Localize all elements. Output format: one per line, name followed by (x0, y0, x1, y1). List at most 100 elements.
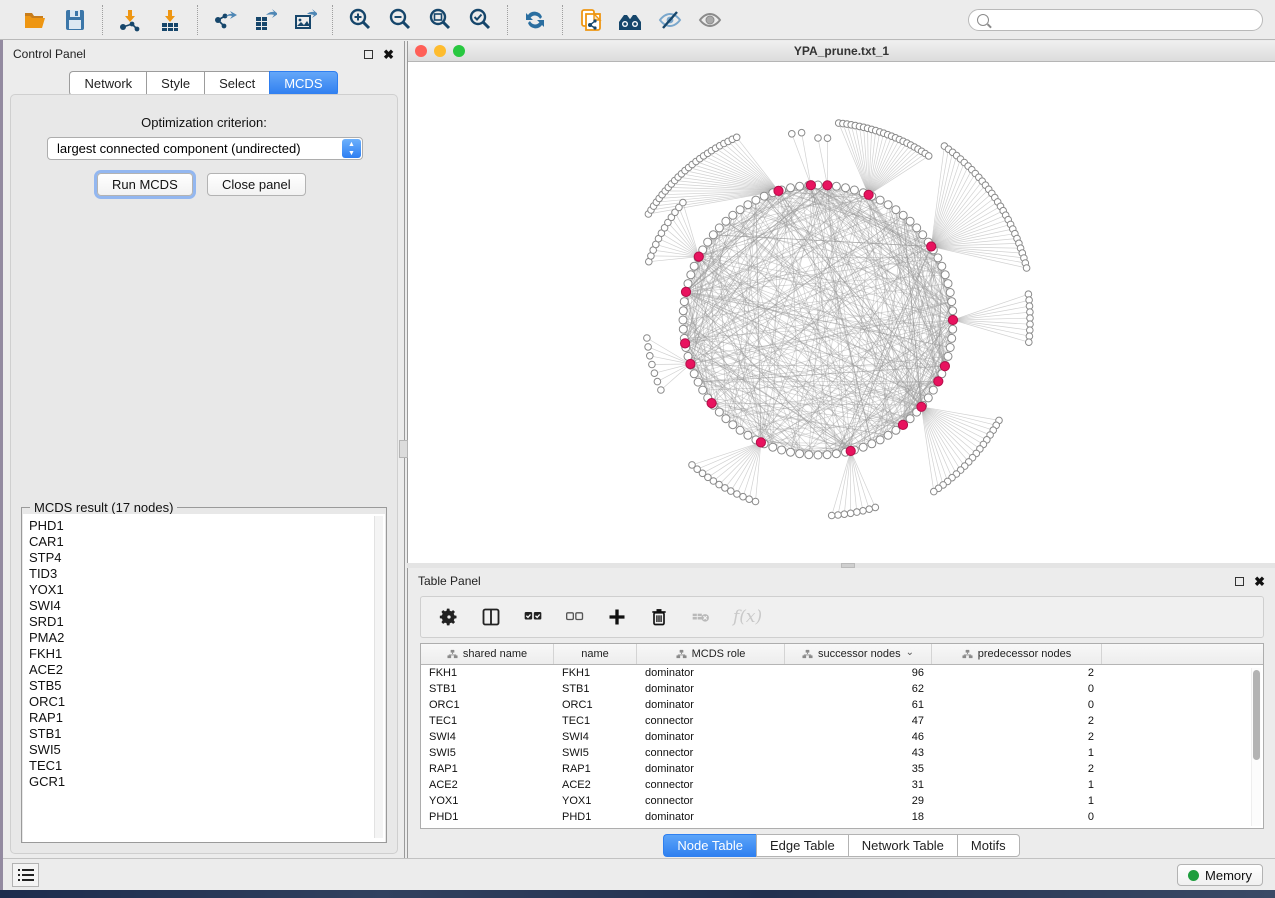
add-icon[interactable] (607, 607, 627, 627)
export-network-icon[interactable] (212, 7, 238, 33)
float-panel-icon[interactable] (364, 50, 373, 59)
table-row[interactable]: FKH1FKH1dominator962 (421, 665, 1263, 681)
table-row[interactable]: YOX1YOX1connector291 (421, 793, 1263, 809)
toolbar-group (103, 7, 197, 33)
column-header-name[interactable]: name (554, 644, 637, 664)
tree-icon (962, 649, 973, 660)
mcds-result-item[interactable]: ACE2 (29, 662, 385, 678)
mcds-result-list[interactable]: PHD1CAR1STP4TID3YOX1SWI4SRD1PMA2FKH1ACE2… (23, 514, 385, 842)
table-cell: 2 (932, 715, 1102, 727)
table-scrollbar[interactable] (1251, 668, 1261, 826)
column-label: predecessor nodes (978, 648, 1072, 660)
mcds-result-item[interactable]: RAP1 (29, 710, 385, 726)
tab-edge-table[interactable]: Edge Table (756, 834, 848, 857)
tab-select[interactable]: Select (204, 71, 269, 96)
tab-mcds[interactable]: MCDS (269, 71, 337, 96)
mcds-result-item[interactable]: TID3 (29, 566, 385, 582)
vertical-splitter-grip[interactable] (399, 440, 408, 458)
result-scrollbar[interactable] (374, 516, 383, 838)
hide-selected-icon[interactable] (657, 7, 683, 33)
mcds-result-item[interactable]: PMA2 (29, 630, 385, 646)
tab-network[interactable]: Network (69, 71, 146, 96)
table-row[interactable]: TEC1TEC1connector472 (421, 713, 1263, 729)
network-window-titlebar[interactable]: YPA_prune.txt_1 (408, 41, 1275, 62)
save-session-icon[interactable] (62, 7, 88, 33)
network-graph[interactable] (408, 62, 1275, 563)
mcds-result-item[interactable]: SWI4 (29, 598, 385, 614)
table-row[interactable]: STB1STB1dominator620 (421, 681, 1263, 697)
zoom-fit-icon[interactable] (427, 7, 453, 33)
mcds-result-item[interactable]: STB1 (29, 726, 385, 742)
export-table-icon[interactable] (252, 7, 278, 33)
close-panel-button[interactable]: Close panel (207, 173, 306, 196)
network-view-window: YPA_prune.txt_1 (407, 41, 1275, 563)
toolbar-group (8, 7, 102, 33)
mcds-result-item[interactable]: STB5 (29, 678, 385, 694)
mcds-result-item[interactable]: TEC1 (29, 758, 385, 774)
tree-icon (447, 649, 458, 660)
column-header-successor-nodes[interactable]: successor nodes⌄ (785, 644, 932, 664)
column-header-shared-name[interactable]: shared name (421, 644, 554, 664)
table-row[interactable]: SWI5SWI5connector431 (421, 745, 1263, 761)
table-cell: dominator (637, 683, 785, 695)
optimization-criterion-select[interactable]: largest connected component (undirected)… (47, 137, 363, 160)
float-table-panel-icon[interactable] (1235, 577, 1244, 586)
import-table-icon[interactable] (157, 7, 183, 33)
table-row[interactable]: RAP1RAP1dominator352 (421, 761, 1263, 777)
mcds-result-item[interactable]: STP4 (29, 550, 385, 566)
table-row[interactable]: SWI4SWI4dominator462 (421, 729, 1263, 745)
import-network-icon[interactable] (117, 7, 143, 33)
mcds-result-item[interactable]: PHD1 (29, 518, 385, 534)
mcds-result-item[interactable]: SRD1 (29, 614, 385, 630)
clone-network-icon[interactable] (577, 7, 603, 33)
first-neighbors-icon[interactable] (617, 7, 643, 33)
table-cell: SWI4 (421, 731, 554, 743)
show-all-icon[interactable] (697, 7, 723, 33)
table-row[interactable]: PHD1PHD1dominator180 (421, 809, 1263, 825)
mcds-result-item[interactable]: SWI5 (29, 742, 385, 758)
table-cell: TEC1 (554, 715, 637, 727)
close-panel-icon[interactable]: ✖ (383, 50, 394, 59)
mcds-result-item[interactable]: CAR1 (29, 534, 385, 550)
search-box[interactable] (968, 9, 1263, 31)
table-cell: connector (637, 779, 785, 791)
table-cell: 1 (932, 779, 1102, 791)
deselect-all-icon[interactable] (565, 607, 585, 627)
column-header-MCDS-role[interactable]: MCDS role (637, 644, 785, 664)
node-table-rows: FKH1FKH1dominator962STB1STB1dominator620… (421, 665, 1263, 825)
mcds-result-item[interactable]: FKH1 (29, 646, 385, 662)
column-label: MCDS role (692, 648, 746, 660)
column-header-predecessor-nodes[interactable]: predecessor nodes (932, 644, 1102, 664)
table-row[interactable]: ACE2ACE2connector311 (421, 777, 1263, 793)
network-canvas[interactable] (408, 62, 1275, 563)
table-cell: FKH1 (421, 667, 554, 679)
select-all-icon[interactable] (523, 607, 543, 627)
table-cell: connector (637, 715, 785, 727)
search-input[interactable] (994, 13, 1254, 27)
delete-icon[interactable] (649, 607, 669, 627)
tab-motifs[interactable]: Motifs (957, 834, 1020, 857)
mcds-result-item[interactable]: YOX1 (29, 582, 385, 598)
export-image-icon[interactable] (292, 7, 318, 33)
column-icon[interactable] (481, 607, 501, 627)
table-cell: STB1 (421, 683, 554, 695)
memory-button[interactable]: Memory (1177, 864, 1263, 886)
refresh-icon[interactable] (522, 7, 548, 33)
open-file-icon[interactable] (22, 7, 48, 33)
mcds-result-item[interactable]: ORC1 (29, 694, 385, 710)
table-row[interactable]: ORC1ORC1dominator610 (421, 697, 1263, 713)
close-table-panel-icon[interactable]: ✖ (1254, 577, 1265, 586)
zoom-out-icon[interactable] (387, 7, 413, 33)
task-history-button[interactable] (12, 863, 39, 887)
tab-node-table[interactable]: Node Table (663, 834, 756, 857)
zoom-in-icon[interactable] (347, 7, 373, 33)
mcds-result-item[interactable]: GCR1 (29, 774, 385, 790)
gear-icon[interactable] (439, 607, 459, 627)
run-mcds-button[interactable]: Run MCDS (97, 173, 193, 196)
table-cell: ORC1 (554, 699, 637, 711)
table-cell: 47 (785, 715, 932, 727)
optimization-criterion-label: Optimization criterion: (11, 115, 397, 130)
tab-network-table[interactable]: Network Table (848, 834, 957, 857)
zoom-selected-icon[interactable] (467, 7, 493, 33)
tab-style[interactable]: Style (146, 71, 204, 96)
